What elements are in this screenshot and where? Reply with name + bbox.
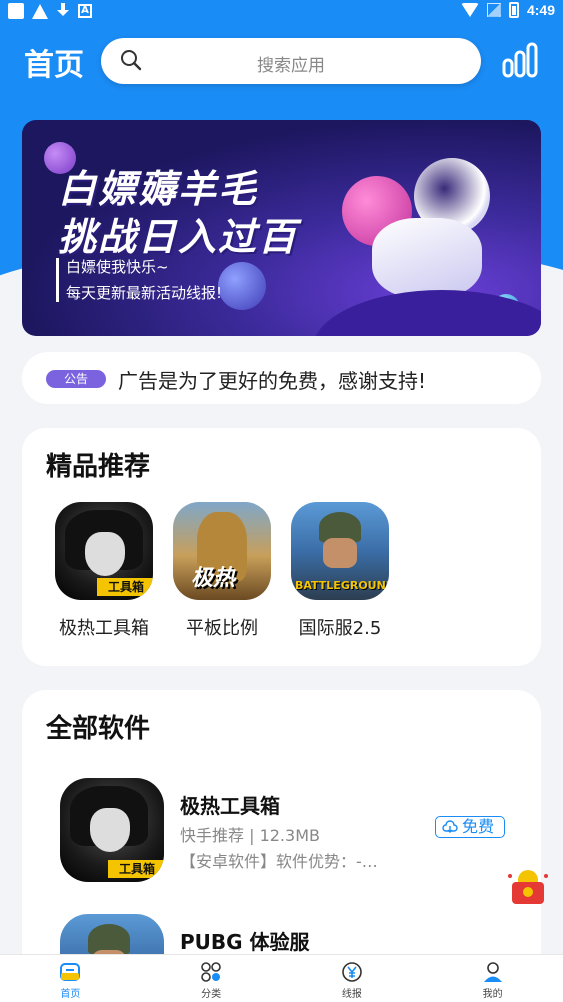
promo-banner[interactable]: 白嫖薅羊毛 挑战日入过百 白嫖使我快乐~ 每天更新最新活动线报! bbox=[22, 120, 541, 336]
soldier-icon: 极热 bbox=[173, 502, 271, 600]
banner-title: 挑战日入过百 bbox=[58, 215, 299, 259]
home-icon bbox=[60, 963, 81, 981]
header: 首页 搜索应用 bbox=[0, 36, 563, 86]
recommended-item-label: 平板比例 bbox=[186, 618, 258, 639]
download-icon bbox=[56, 3, 70, 19]
status-time: 4:49 bbox=[526, 2, 555, 18]
search-input[interactable]: 搜索应用 bbox=[101, 38, 481, 84]
notice-bar[interactable]: 公告 广告是为了更好的免费，感谢支持! bbox=[22, 352, 541, 404]
nav-label: 分类 bbox=[201, 989, 222, 1000]
app-name: 极热工具箱 bbox=[180, 794, 280, 818]
nav-deals[interactable]: 线报 bbox=[282, 955, 423, 1002]
anime-avatar-icon: 工具箱 bbox=[55, 502, 153, 600]
recommended-item[interactable]: 工具箱 极热工具箱 bbox=[44, 502, 164, 640]
nav-label: 首页 bbox=[60, 989, 81, 1000]
wifi-icon bbox=[460, 3, 479, 17]
nav-home[interactable]: 首页 bbox=[0, 955, 141, 1002]
signal-icon bbox=[486, 3, 501, 17]
cloud-download-icon bbox=[442, 820, 458, 833]
banner-subtitle: 每天更新最新活动线报! bbox=[66, 284, 223, 302]
recommended-item[interactable]: 极热 平板比例 bbox=[162, 502, 282, 640]
recommended-item-label: 极热工具箱 bbox=[59, 618, 149, 639]
user-icon bbox=[483, 962, 502, 982]
app-meta: 快手推荐 | 12.3MB bbox=[180, 826, 320, 845]
pubg-icon: BATTLEGROUNDS bbox=[291, 502, 389, 600]
section-title: 全部软件 bbox=[46, 714, 151, 744]
status-bar: A 4:49 bbox=[0, 0, 563, 24]
grid-icon bbox=[201, 962, 221, 982]
nav-label: 线报 bbox=[341, 989, 362, 1000]
all-software-section: 全部软件 工具箱 极热工具箱 快手推荐 | 12.3MB 【安卓软件】软件优势：… bbox=[22, 690, 541, 1002]
search-placeholder: 搜索应用 bbox=[257, 56, 325, 76]
app-list-item[interactable]: 工具箱 极热工具箱 快手推荐 | 12.3MB 【安卓软件】软件优势：-… 免费 bbox=[60, 778, 530, 888]
nav-profile[interactable]: 我的 bbox=[422, 955, 563, 1002]
recommended-item[interactable]: BATTLEGROUNDS 国际服2.5 bbox=[280, 502, 400, 640]
recommended-item-label: 国际服2.5 bbox=[298, 618, 382, 639]
astronaut-body bbox=[372, 218, 482, 298]
notice-text: 广告是为了更好的免费，感谢支持! bbox=[118, 369, 427, 393]
yen-icon bbox=[342, 962, 362, 982]
page-title: 首页 bbox=[24, 48, 84, 83]
banner-title: 白嫖薅羊毛 bbox=[58, 167, 259, 211]
nav-category[interactable]: 分类 bbox=[141, 955, 282, 1002]
warning-icon bbox=[32, 3, 48, 19]
battery-icon bbox=[508, 2, 519, 18]
free-button-label: 免费 bbox=[462, 817, 495, 836]
free-download-button[interactable]: 免费 bbox=[435, 816, 505, 838]
red-envelope-icon[interactable] bbox=[504, 866, 552, 906]
planet-decoration bbox=[218, 262, 266, 310]
bottom-nav: 首页 分类 线报 我的 bbox=[0, 954, 563, 1002]
app-name: PUBG 体验服 bbox=[180, 930, 310, 954]
banner-divider bbox=[56, 258, 59, 302]
app-notification-icon: A bbox=[78, 4, 92, 18]
nav-label: 我的 bbox=[482, 989, 503, 1000]
anime-avatar-icon: 工具箱 bbox=[60, 778, 164, 882]
notice-badge: 公告 bbox=[46, 370, 106, 388]
section-title: 精品推荐 bbox=[46, 452, 151, 482]
banner-subtitle: 白嫖使我快乐~ bbox=[66, 258, 169, 276]
notification-icon bbox=[8, 3, 24, 19]
ranking-chart-icon[interactable] bbox=[500, 40, 540, 80]
app-description: 【安卓软件】软件优势：-… bbox=[180, 852, 378, 871]
recommended-section: 精品推荐 工具箱 极热工具箱 极热 平板比例 BATTLEGROUNDS 国际服… bbox=[22, 428, 541, 666]
